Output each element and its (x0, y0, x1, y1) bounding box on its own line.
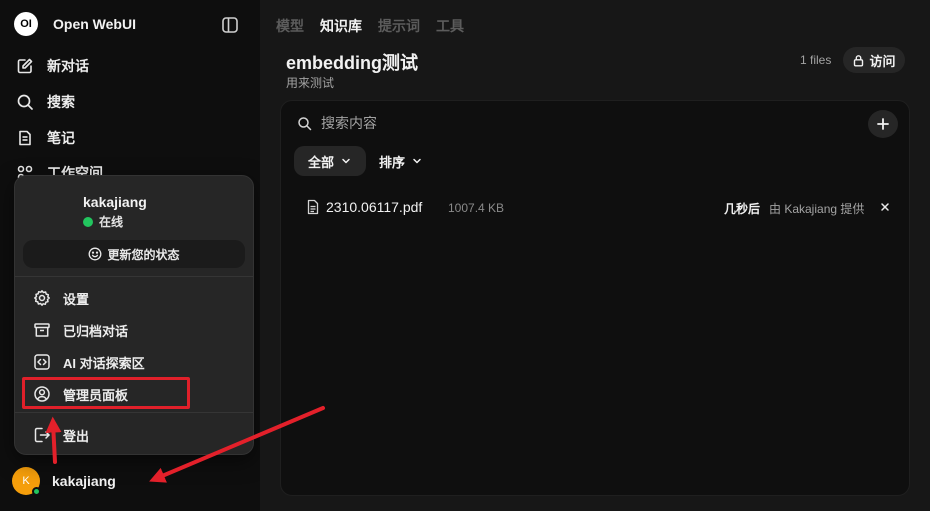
edit-icon (16, 57, 34, 75)
file-row[interactable]: 2310.06117.pdf 1007.4 KB 几秒后 由 Kakajiang… (305, 197, 895, 219)
app-logo: OI (14, 12, 38, 36)
sort-dropdown[interactable]: 排序 (379, 146, 423, 176)
sidebar-item-search[interactable]: 搜索 (16, 91, 75, 113)
file-uploaded-by: 由 Kakajiang 提供 (769, 202, 865, 216)
knowledge-title[interactable]: embedding测试 (286, 49, 418, 75)
sidebar-username: kakajiang (52, 473, 116, 489)
app-name: Open WebUI (53, 16, 136, 32)
menu-item-archived-chats[interactable]: 已归档对话 (33, 320, 128, 340)
chevron-down-icon (413, 158, 421, 164)
menu-divider (15, 276, 253, 277)
user-menu-popup: kakajiang 在线 更新您的状态 设置 已归档对话 AI 对话探索区 管理… (14, 175, 254, 455)
admin-panel-highlight-annotation (22, 377, 190, 409)
file-time: 几秒后 (724, 202, 761, 216)
knowledge-files-panel: 全部 排序 2310.06117.pdf 1007.4 KB 几秒后 由 Kak… (280, 100, 910, 496)
file-size: 1007.4 KB (448, 201, 505, 215)
file-name: 2310.06117.pdf (326, 199, 423, 215)
plus-icon (877, 118, 889, 130)
menu-divider (15, 412, 253, 413)
menu-item-settings[interactable]: 设置 (33, 288, 89, 308)
main-content: 模型 知识库 提示词 工具 embedding测试 用来测试 1 files 访… (260, 0, 930, 511)
menu-item-logout[interactable]: 登出 (33, 425, 89, 445)
tab-prompts[interactable]: 提示词 (378, 16, 420, 36)
status-dot (83, 216, 93, 227)
online-indicator (32, 487, 41, 496)
brand[interactable]: OI Open WebUI (14, 12, 136, 36)
tab-tools[interactable]: 工具 (436, 16, 464, 36)
files-count: 1 files (800, 53, 832, 67)
sidebar-user-button[interactable]: K kakajiang (12, 467, 116, 496)
avatar: K (12, 467, 41, 496)
tab-models[interactable]: 模型 (276, 16, 304, 36)
search-icon (297, 116, 312, 131)
logout-icon (33, 426, 51, 444)
sidebar-item-new-chat[interactable]: 新对话 (16, 55, 89, 77)
add-content-button[interactable] (868, 110, 898, 138)
knowledge-description[interactable]: 用来测试 (286, 74, 334, 91)
filter-dropdown[interactable]: 全部 (294, 146, 366, 176)
sidebar-item-label: 新对话 (47, 58, 89, 74)
access-button[interactable]: 访问 (843, 47, 905, 73)
sidebar-item-label: 笔记 (47, 130, 75, 146)
search-input[interactable] (321, 112, 821, 134)
chevron-down-icon (342, 158, 350, 164)
tab-knowledge[interactable]: 知识库 (320, 16, 362, 36)
close-icon[interactable] (879, 201, 891, 213)
file-icon (305, 199, 321, 215)
workspace-tabs: 模型 知识库 提示词 工具 (276, 16, 480, 36)
user-menu-username: kakajiang (83, 194, 147, 210)
notes-icon (16, 129, 34, 147)
archive-icon (33, 321, 51, 339)
code-icon (33, 353, 51, 371)
smile-icon (88, 247, 102, 261)
sidebar-item-label: 搜索 (47, 94, 75, 110)
update-status-button[interactable]: 更新您的状态 (23, 240, 245, 268)
menu-item-playground[interactable]: AI 对话探索区 (33, 352, 145, 372)
lock-icon (852, 54, 865, 67)
sidebar-toggle-icon[interactable] (221, 16, 239, 34)
search-icon (16, 93, 34, 111)
user-menu-status: 在线 (83, 213, 123, 230)
gear-icon (33, 289, 51, 307)
sidebar-item-notes[interactable]: 笔记 (16, 127, 75, 149)
